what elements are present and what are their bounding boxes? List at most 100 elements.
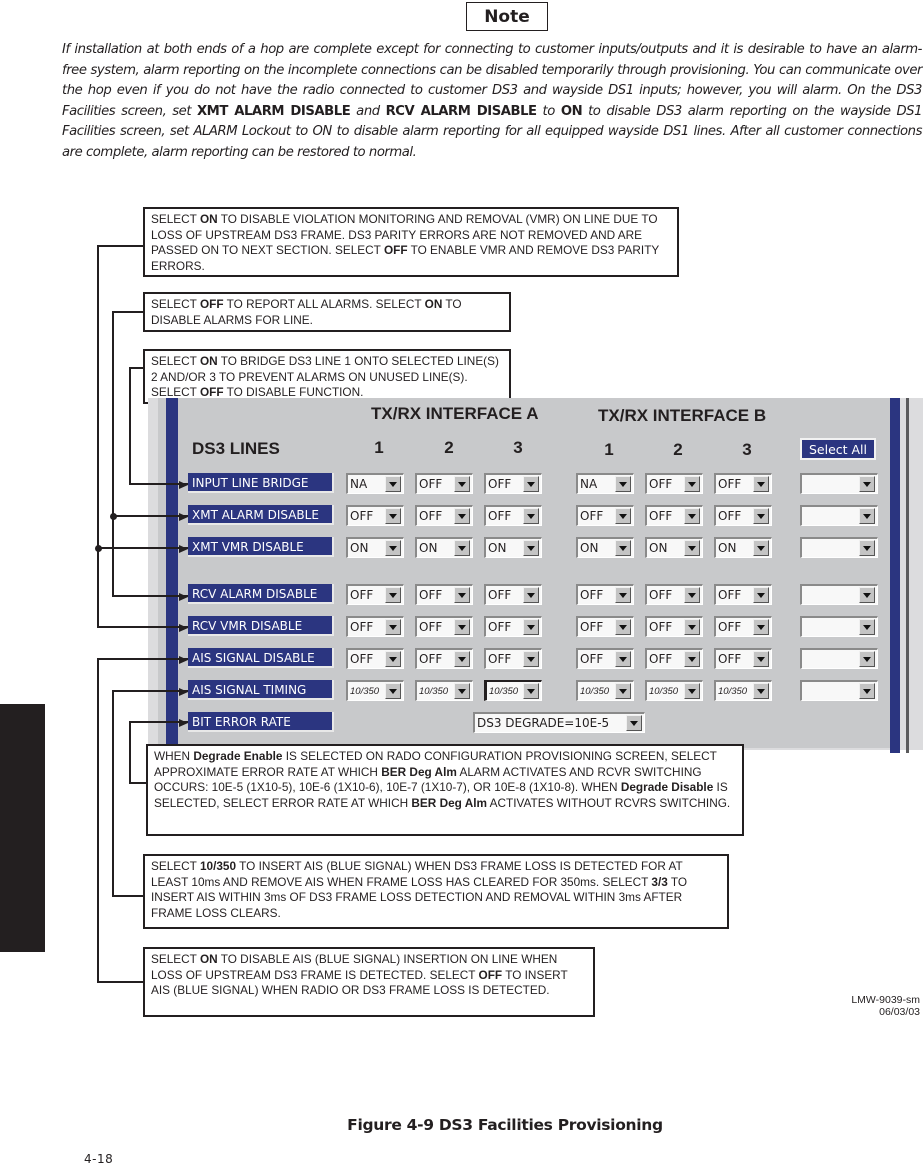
line-select[interactable]: OFF xyxy=(645,648,703,669)
chevron-down-icon[interactable] xyxy=(523,540,539,556)
chevron-down-icon[interactable] xyxy=(615,508,631,524)
line-select[interactable]: 10/350 xyxy=(415,680,473,701)
chevron-down-icon[interactable] xyxy=(859,476,875,492)
chevron-down-icon[interactable] xyxy=(615,683,631,699)
line-select[interactable]: OFF xyxy=(714,473,772,494)
select-all-row-select[interactable] xyxy=(800,616,878,637)
line-select[interactable]: ON xyxy=(415,537,473,558)
line-select[interactable]: OFF xyxy=(484,616,542,637)
chevron-down-icon[interactable] xyxy=(684,476,700,492)
select-all-row-select[interactable] xyxy=(800,473,878,494)
chevron-down-icon[interactable] xyxy=(753,683,769,699)
line-select[interactable]: OFF xyxy=(714,648,772,669)
line-select[interactable]: NA xyxy=(346,473,404,494)
line-select[interactable]: 10/350 xyxy=(484,680,542,701)
chevron-down-icon[interactable] xyxy=(684,619,700,635)
select-all-row-select[interactable] xyxy=(800,584,878,605)
line-select[interactable]: OFF xyxy=(484,505,542,526)
chevron-down-icon[interactable] xyxy=(385,508,401,524)
chevron-down-icon[interactable] xyxy=(859,587,875,603)
chevron-down-icon[interactable] xyxy=(454,683,470,699)
line-select[interactable]: OFF xyxy=(346,584,404,605)
line-select[interactable]: NA xyxy=(576,473,634,494)
line-select[interactable]: OFF xyxy=(484,648,542,669)
line-select[interactable]: OFF xyxy=(645,473,703,494)
line-select[interactable]: OFF xyxy=(576,584,634,605)
chevron-down-icon[interactable] xyxy=(615,540,631,556)
chevron-down-icon[interactable] xyxy=(615,619,631,635)
chevron-down-icon[interactable] xyxy=(684,587,700,603)
chevron-down-icon[interactable] xyxy=(523,476,539,492)
chevron-down-icon[interactable] xyxy=(385,540,401,556)
line-select[interactable]: ON xyxy=(714,537,772,558)
chevron-down-icon[interactable] xyxy=(385,683,401,699)
chevron-down-icon[interactable] xyxy=(385,651,401,667)
chevron-down-icon[interactable] xyxy=(859,651,875,667)
line-select[interactable]: ON xyxy=(576,537,634,558)
chevron-down-icon[interactable] xyxy=(385,619,401,635)
line-select[interactable]: OFF xyxy=(415,473,473,494)
chevron-down-icon[interactable] xyxy=(523,683,539,699)
chevron-down-icon[interactable] xyxy=(385,476,401,492)
line-select[interactable]: OFF xyxy=(415,505,473,526)
line-select[interactable]: OFF xyxy=(645,616,703,637)
chevron-down-icon[interactable] xyxy=(454,587,470,603)
line-select[interactable]: ON xyxy=(645,537,703,558)
line-select[interactable]: OFF xyxy=(645,505,703,526)
line-select[interactable]: 10/350 xyxy=(714,680,772,701)
line-select[interactable]: OFF xyxy=(714,584,772,605)
select-all-row-select[interactable] xyxy=(800,505,878,526)
chevron-down-icon[interactable] xyxy=(615,651,631,667)
chevron-down-icon[interactable] xyxy=(454,540,470,556)
chevron-down-icon[interactable] xyxy=(385,587,401,603)
chevron-down-icon[interactable] xyxy=(859,619,875,635)
chevron-down-icon[interactable] xyxy=(859,508,875,524)
line-select[interactable]: 10/350 xyxy=(346,680,404,701)
line-select[interactable]: OFF xyxy=(576,616,634,637)
chevron-down-icon[interactable] xyxy=(454,508,470,524)
chevron-down-icon[interactable] xyxy=(753,651,769,667)
chevron-down-icon[interactable] xyxy=(684,540,700,556)
line-select[interactable]: OFF xyxy=(415,584,473,605)
line-select[interactable]: OFF xyxy=(415,648,473,669)
line-select[interactable]: OFF xyxy=(346,616,404,637)
chevron-down-icon[interactable] xyxy=(753,619,769,635)
select-all-row-select[interactable] xyxy=(800,648,878,669)
chevron-down-icon[interactable] xyxy=(753,508,769,524)
chevron-down-icon[interactable] xyxy=(859,683,875,699)
line-select[interactable]: 10/350 xyxy=(645,680,703,701)
chevron-down-icon[interactable] xyxy=(454,619,470,635)
chevron-down-icon[interactable] xyxy=(454,476,470,492)
line-select[interactable]: 10/350 xyxy=(576,680,634,701)
line-select[interactable]: OFF xyxy=(484,473,542,494)
chevron-down-icon[interactable] xyxy=(523,508,539,524)
line-select[interactable]: OFF xyxy=(415,616,473,637)
line-select[interactable]: ON xyxy=(346,537,404,558)
chevron-down-icon[interactable] xyxy=(684,683,700,699)
line-select[interactable]: OFF xyxy=(346,648,404,669)
select-all-row-select[interactable] xyxy=(800,537,878,558)
chevron-down-icon[interactable] xyxy=(684,651,700,667)
chevron-down-icon[interactable] xyxy=(753,587,769,603)
line-select[interactable]: OFF xyxy=(714,505,772,526)
chevron-down-icon[interactable] xyxy=(615,476,631,492)
bit-error-rate-select[interactable]: DS3 DEGRADE=10E-5 xyxy=(473,712,645,733)
chevron-down-icon[interactable] xyxy=(859,540,875,556)
chevron-down-icon[interactable] xyxy=(626,715,642,731)
chevron-down-icon[interactable] xyxy=(523,587,539,603)
line-select[interactable]: OFF xyxy=(645,584,703,605)
line-select[interactable]: OFF xyxy=(576,648,634,669)
chevron-down-icon[interactable] xyxy=(523,619,539,635)
chevron-down-icon[interactable] xyxy=(684,508,700,524)
line-select[interactable]: ON xyxy=(484,537,542,558)
select-all-button[interactable]: Select All xyxy=(800,438,876,460)
line-select[interactable]: OFF xyxy=(714,616,772,637)
line-select[interactable]: OFF xyxy=(576,505,634,526)
chevron-down-icon[interactable] xyxy=(523,651,539,667)
chevron-down-icon[interactable] xyxy=(615,587,631,603)
chevron-down-icon[interactable] xyxy=(753,476,769,492)
chevron-down-icon[interactable] xyxy=(753,540,769,556)
line-select[interactable]: OFF xyxy=(484,584,542,605)
select-all-row-select[interactable] xyxy=(800,680,878,701)
chevron-down-icon[interactable] xyxy=(454,651,470,667)
